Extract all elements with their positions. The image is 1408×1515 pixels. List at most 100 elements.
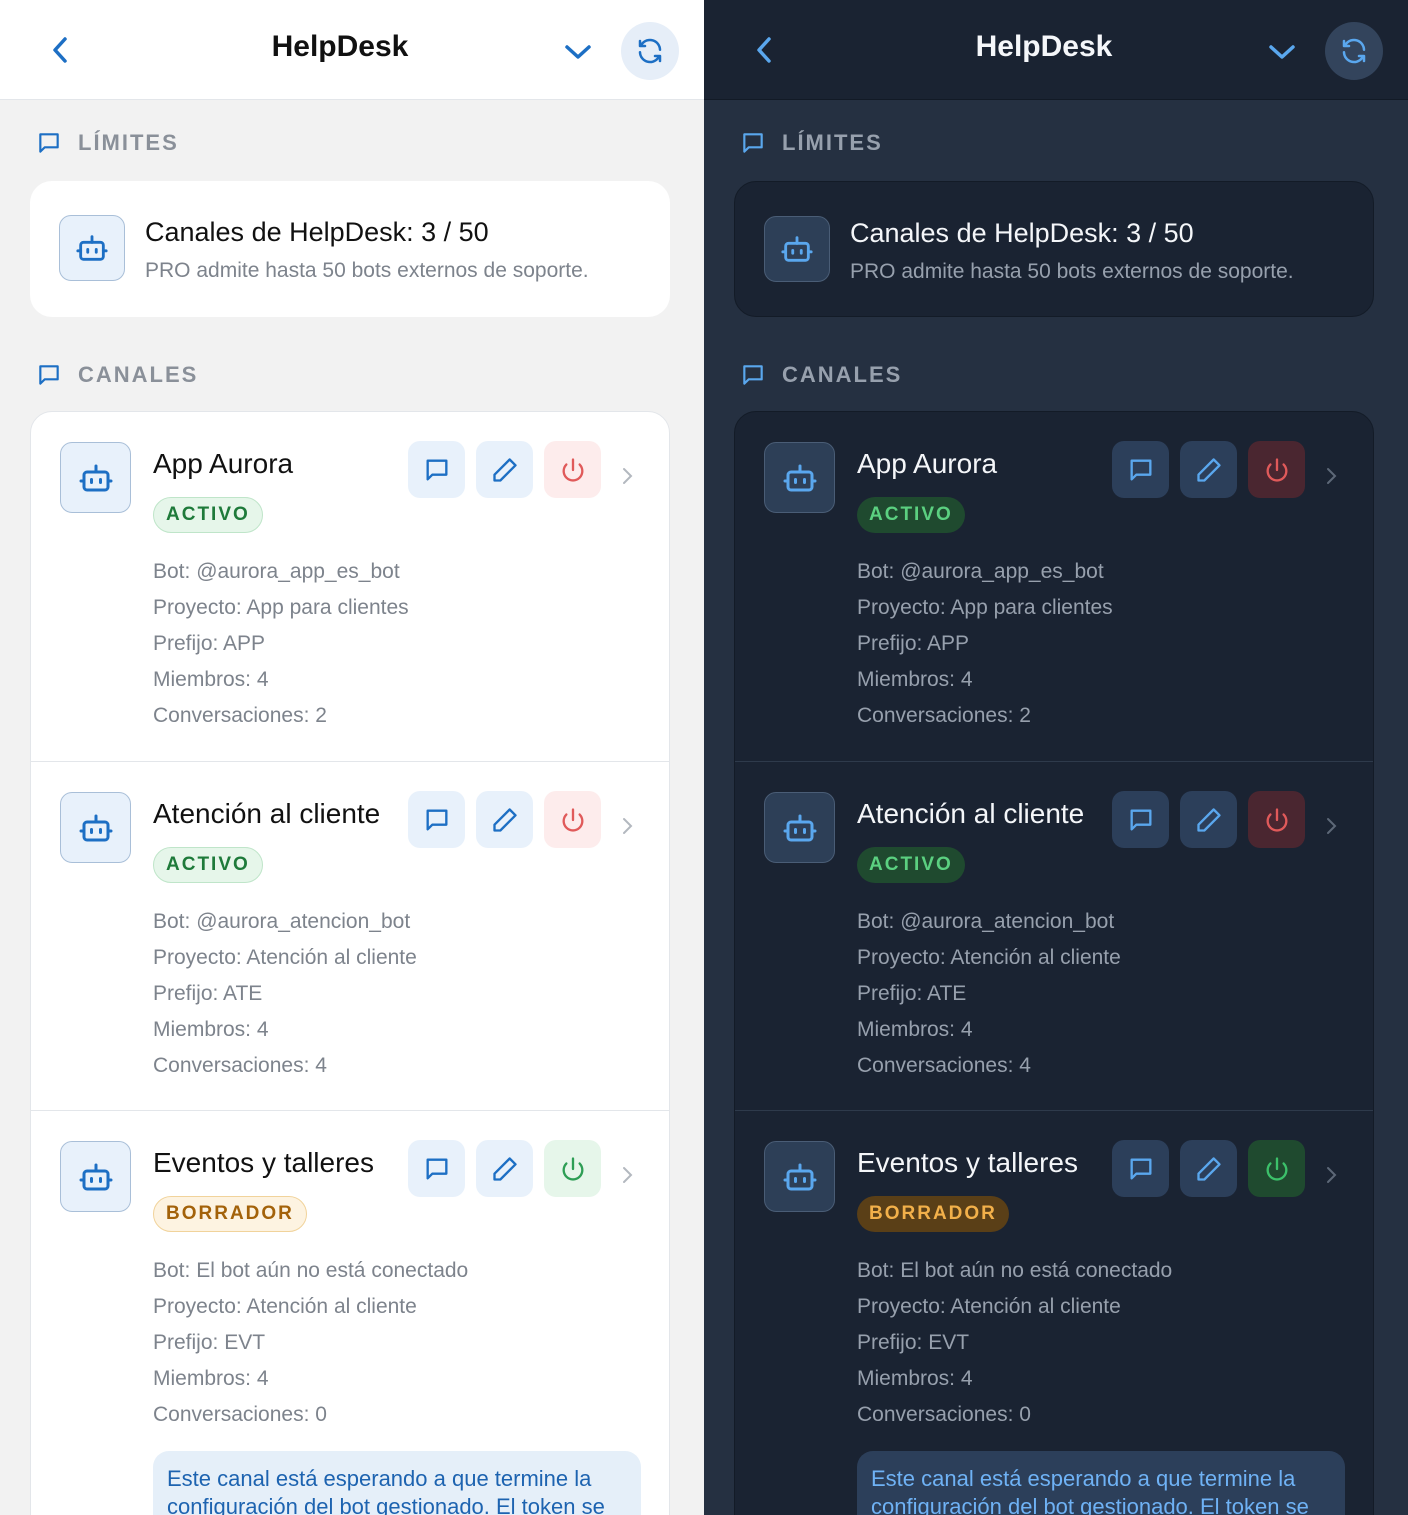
- status-badge: ACTIVO: [153, 497, 263, 533]
- project-line: Proyecto: Atención al cliente: [153, 1295, 417, 1318]
- bot-icon: [79, 1163, 112, 1190]
- bot-icon-box: [764, 442, 835, 513]
- bot-line: Bot: @aurora_app_es_bot: [857, 560, 1104, 583]
- channel-item[interactable]: Atención al cliente ACTIVO Bot: @aurora_…: [31, 761, 669, 1110]
- channel-actions: [1112, 441, 1305, 498]
- channel-details: Bot: El bot aún no está conectado Proyec…: [857, 1253, 1172, 1433]
- channel-item[interactable]: Eventos y talleres BORRADOR Bot: El bot …: [735, 1110, 1373, 1515]
- bot-icon: [783, 814, 816, 841]
- power-button[interactable]: [1248, 441, 1305, 498]
- dropdown-button[interactable]: [1260, 30, 1304, 74]
- bot-line: Bot: El bot aún no está conectado: [153, 1259, 469, 1282]
- message-square-icon: [39, 133, 59, 153]
- channel-actions: [408, 441, 601, 498]
- message-square-icon: [1130, 459, 1151, 480]
- prefix-line: Prefijo: EVT: [857, 1331, 970, 1354]
- conversations-line: Conversaciones: 4: [153, 1054, 327, 1077]
- bot-icon-box: [60, 442, 131, 513]
- members-line: Miembros: 4: [857, 1367, 973, 1390]
- channel-actions: [408, 791, 601, 848]
- power-icon: [562, 807, 583, 832]
- channel-item[interactable]: Atención al cliente ACTIVO Bot: @aurora_…: [735, 761, 1373, 1110]
- channel-details: Bot: @aurora_atencion_bot Proyecto: Aten…: [857, 904, 1121, 1084]
- channel-item[interactable]: App Aurora ACTIVO Bot: @aurora_app_es_bo…: [31, 412, 669, 761]
- messages-button[interactable]: [1112, 1140, 1169, 1197]
- dropdown-button[interactable]: [556, 30, 600, 74]
- light-theme-panel: HelpDesk LÍMITES Canales de HelpDesk: 3 …: [0, 0, 704, 1515]
- status-badge: ACTIVO: [153, 847, 263, 883]
- chevron-right-icon[interactable]: [1321, 1163, 1341, 1187]
- chevron-right-icon[interactable]: [617, 1163, 637, 1187]
- messages-button[interactable]: [408, 441, 465, 498]
- bot-icon-box: [59, 215, 125, 281]
- prefix-line: Prefijo: APP: [857, 632, 970, 655]
- channels-list: App Aurora ACTIVO Bot: @aurora_app_es_bo…: [734, 411, 1374, 1515]
- bot-icon-box: [764, 792, 835, 863]
- bot-icon-box: [60, 1141, 131, 1212]
- chevron-right-icon[interactable]: [617, 464, 637, 488]
- messages-button[interactable]: [408, 791, 465, 848]
- pencil-icon: [492, 1156, 517, 1181]
- channel-actions: [408, 1140, 601, 1197]
- power-button[interactable]: [1248, 1140, 1305, 1197]
- prefix-line: Prefijo: ATE: [857, 982, 967, 1005]
- channel-details: Bot: @aurora_app_es_bot Proyecto: App pa…: [857, 554, 1113, 734]
- channel-item[interactable]: Eventos y talleres BORRADOR Bot: El bot …: [31, 1110, 669, 1515]
- edit-button[interactable]: [1180, 441, 1237, 498]
- messages-button[interactable]: [1112, 791, 1169, 848]
- channel-name: Eventos y talleres: [857, 1147, 1078, 1178]
- limits-subtitle: PRO admite hasta 50 bots externos de sop…: [850, 260, 1294, 283]
- app-header: HelpDesk: [704, 0, 1408, 100]
- edit-button[interactable]: [476, 441, 533, 498]
- message-square-icon: [743, 133, 763, 153]
- power-icon: [1266, 457, 1287, 482]
- status-badge: ACTIVO: [857, 497, 965, 533]
- power-button[interactable]: [1248, 791, 1305, 848]
- channel-details: Bot: @aurora_app_es_bot Proyecto: App pa…: [153, 554, 409, 734]
- conversations-line: Conversaciones: 4: [857, 1054, 1031, 1077]
- power-icon: [562, 457, 583, 482]
- refresh-button[interactable]: [1325, 22, 1383, 80]
- channel-item[interactable]: App Aurora ACTIVO Bot: @aurora_app_es_bo…: [735, 412, 1373, 761]
- edit-button[interactable]: [1180, 1140, 1237, 1197]
- project-line: Proyecto: App para clientes: [153, 596, 409, 619]
- bot-icon: [783, 464, 816, 491]
- channels-section-label: CANALES: [36, 362, 198, 388]
- bot-icon-box: [764, 1141, 835, 1212]
- power-button[interactable]: [544, 1140, 601, 1197]
- chevron-right-icon[interactable]: [1321, 464, 1341, 488]
- channels-list: App Aurora ACTIVO Bot: @aurora_app_es_bo…: [30, 411, 670, 1515]
- members-line: Miembros: 4: [857, 1018, 973, 1041]
- refresh-icon: [1342, 38, 1366, 64]
- messages-button[interactable]: [1112, 441, 1169, 498]
- chevron-right-icon[interactable]: [1321, 814, 1341, 838]
- message-square-icon: [426, 459, 447, 480]
- power-button[interactable]: [544, 791, 601, 848]
- chevron-right-icon[interactable]: [617, 814, 637, 838]
- channel-name: Atención al cliente: [857, 798, 1085, 829]
- project-line: Proyecto: Atención al cliente: [153, 946, 417, 969]
- limits-title: Canales de HelpDesk: 3 / 50: [850, 218, 1194, 248]
- messages-button[interactable]: [408, 1140, 465, 1197]
- channels-section-label: CANALES: [740, 362, 902, 388]
- refresh-icon: [638, 38, 662, 64]
- edit-button[interactable]: [476, 1140, 533, 1197]
- bot-icon: [79, 464, 112, 491]
- status-badge: BORRADOR: [857, 1196, 1009, 1232]
- edit-button[interactable]: [1180, 791, 1237, 848]
- message-square-icon: [1130, 1158, 1151, 1179]
- channel-actions: [1112, 1140, 1305, 1197]
- power-button[interactable]: [544, 441, 601, 498]
- refresh-button[interactable]: [621, 22, 679, 80]
- message-square-icon: [743, 365, 763, 385]
- pencil-icon: [492, 807, 517, 832]
- status-badge: BORRADOR: [153, 1196, 307, 1232]
- bot-icon-box: [764, 216, 830, 282]
- bot-line: Bot: El bot aún no está conectado: [857, 1259, 1173, 1282]
- limits-card: Canales de HelpDesk: 3 / 50 PRO admite h…: [30, 181, 670, 317]
- edit-button[interactable]: [476, 791, 533, 848]
- prefix-line: Prefijo: EVT: [153, 1331, 266, 1354]
- chevron-down-icon: [1269, 45, 1295, 59]
- members-line: Miembros: 4: [153, 1367, 269, 1390]
- limits-title: Canales de HelpDesk: 3 / 50: [145, 217, 489, 247]
